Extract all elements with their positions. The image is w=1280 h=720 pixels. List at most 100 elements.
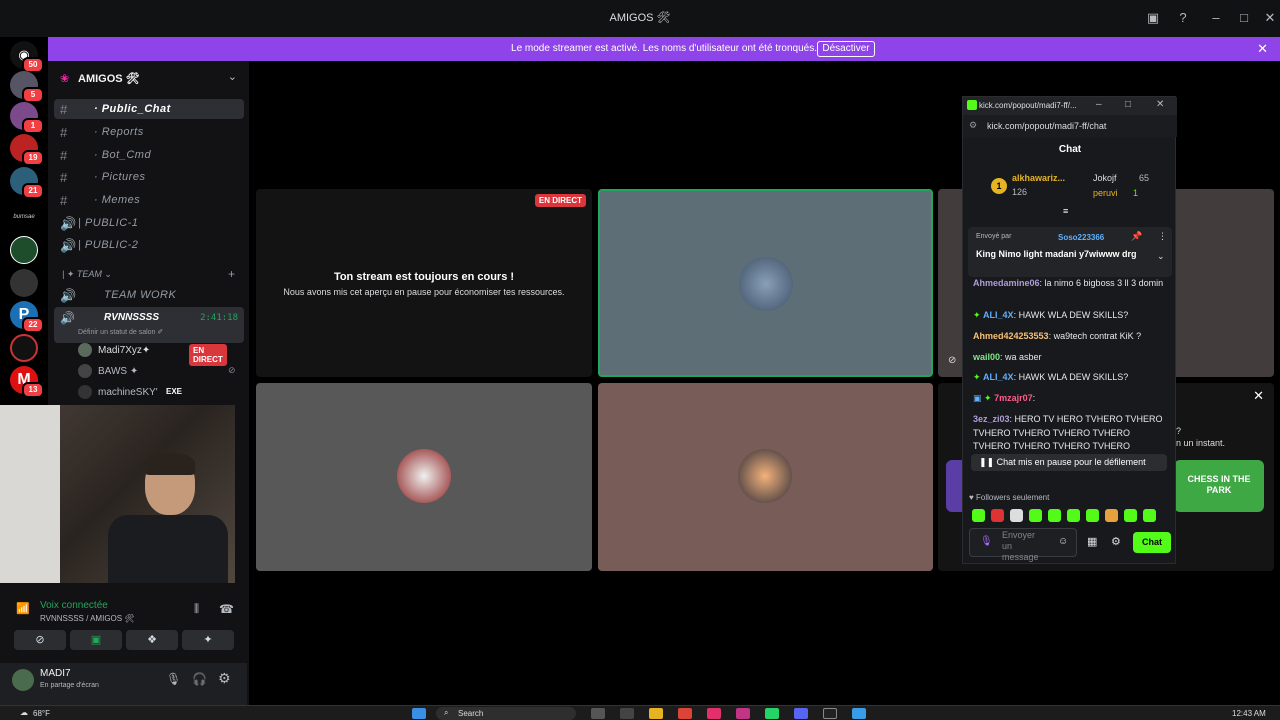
emote-icon[interactable] — [1086, 509, 1099, 522]
activities-button[interactable]: ❖ — [126, 630, 178, 650]
microphone-icon[interactable]: 🎙 — [980, 536, 993, 547]
server-icon-active[interactable] — [10, 236, 38, 264]
settings-gear-icon[interactable]: ⚙ — [218, 670, 231, 687]
emote-icon[interactable] — [1010, 509, 1023, 522]
weather-icon[interactable]: ☁ — [20, 708, 28, 717]
pinned-by-user[interactable]: Soso223366 — [1058, 233, 1104, 242]
discord-icon[interactable] — [794, 708, 808, 719]
channel-pictures[interactable]: # · Pictures — [54, 167, 244, 187]
instagram-icon[interactable] — [736, 708, 750, 719]
microphone-icon[interactable]: 🎙 — [166, 672, 181, 686]
emote-icon[interactable] — [1067, 509, 1080, 522]
minimize-button[interactable]: – — [1096, 99, 1102, 110]
channel-public-chat[interactable]: # · Public_Chat — [54, 99, 244, 119]
chat-username[interactable]: wail00 — [973, 352, 1000, 362]
url-bar[interactable]: ⚙ kick.com/popout/madi7-ff/chat — [963, 115, 1177, 137]
chevron-down-icon[interactable]: ⌄ — [1157, 251, 1165, 262]
voice-channel-rvnnssss[interactable]: 🔊 RVNNSSSS 2:41:18 Définir un statut de … — [54, 307, 244, 343]
close-banner-icon[interactable]: ✕ — [1257, 41, 1268, 57]
gifter-name[interactable]: peruvi — [1093, 188, 1118, 198]
pin-icon[interactable]: 📌 — [1131, 231, 1142, 242]
server-label[interactable]: bumsae — [8, 214, 40, 220]
app-icon[interactable] — [620, 708, 634, 719]
emote-icon[interactable] — [972, 509, 985, 522]
minimize-button[interactable]: – — [1206, 8, 1226, 28]
noise-suppression-icon[interactable]: ⫼ — [194, 603, 199, 616]
app-icon[interactable] — [852, 708, 866, 719]
signal-icon[interactable]: 📶 — [16, 602, 30, 615]
server-icon[interactable]: 19 — [10, 134, 44, 166]
camera-off-button[interactable]: ⊘ — [14, 630, 66, 650]
chat-username[interactable]: 3ez_zi03 — [973, 414, 1010, 424]
direct-messages-icon[interactable]: ◉ 50 — [10, 41, 44, 73]
chat-username[interactable]: Ahmedamine06 — [973, 278, 1040, 288]
chat-username[interactable]: ALI_4X — [983, 310, 1014, 320]
send-chat-button[interactable]: Chat — [1133, 532, 1171, 553]
paused-stream-tile[interactable]: EN DIRECT Ton stream est toujours en cou… — [256, 189, 592, 377]
chat-username[interactable]: ALI_4X — [983, 372, 1014, 382]
chat-paused-notice[interactable]: ❚❚ Chat mis en pause pour le défilement — [971, 454, 1167, 471]
server-icon[interactable]: M 13 — [10, 366, 44, 398]
category-team[interactable]: | ✦ TEAM ⌄ — [62, 269, 112, 280]
set-channel-status[interactable]: Définir un statut de salon ✐ — [78, 328, 163, 336]
chrome-icon[interactable] — [678, 708, 692, 719]
emoji-icon[interactable]: ☺ — [1058, 536, 1068, 547]
server-icon[interactable] — [10, 334, 38, 362]
server-icon[interactable]: P 22 — [10, 301, 44, 333]
chat-username[interactable]: Ahmed424253553 — [973, 331, 1049, 341]
voice-channel-team-work[interactable]: 🔊 TEAM WORK — [54, 285, 244, 305]
pinned-message[interactable]: Envoyé par Soso223366 📌 ⋮ King Nimo ligh… — [968, 227, 1172, 277]
search-box[interactable]: ⌕ Search — [436, 707, 576, 720]
avatar[interactable] — [12, 669, 34, 691]
headphones-icon[interactable]: 🎧 — [192, 672, 207, 686]
emote-icon[interactable] — [991, 509, 1004, 522]
clock[interactable]: 12:43 AM — [1232, 709, 1266, 718]
participant-tile[interactable] — [598, 383, 933, 571]
weather-temp[interactable]: 68°F — [33, 709, 50, 718]
server-icon[interactable] — [10, 269, 38, 297]
inbox-icon[interactable]: ▣ — [1143, 8, 1163, 28]
emote-icon[interactable] — [1143, 509, 1156, 522]
disable-streamer-mode-button[interactable]: Désactiver — [817, 41, 875, 57]
channel-memes[interactable]: # · Memes — [54, 190, 244, 210]
emote-icon[interactable] — [1048, 509, 1061, 522]
maximize-button[interactable]: □ — [1125, 99, 1131, 110]
participant-tile-speaking[interactable] — [598, 189, 933, 377]
add-channel-icon[interactable]: + — [228, 267, 235, 281]
task-view-icon[interactable] — [591, 708, 605, 719]
disconnect-icon[interactable]: ☎ — [219, 602, 234, 616]
help-icon[interactable]: ? — [1173, 8, 1193, 28]
obs-icon[interactable] — [823, 708, 837, 719]
settings-gear-icon[interactable]: ⚙ — [1111, 535, 1121, 548]
top-gifter-name[interactable]: alkhawariz... — [1012, 173, 1065, 183]
chess-in-the-park-activity[interactable]: CHESS IN THE PARK — [1174, 460, 1264, 512]
more-options-icon[interactable]: ⋮ — [1158, 231, 1167, 242]
soundboard-button[interactable]: ✦ — [182, 630, 234, 650]
participant-tile[interactable] — [256, 383, 592, 571]
guild-header[interactable]: ❀ AMIGOS 🛠 ⌄ — [48, 61, 249, 93]
channel-reports[interactable]: # · Reports — [54, 122, 244, 142]
chat-username[interactable]: 7mzajr07 — [994, 393, 1033, 403]
server-icon[interactable]: 21 — [10, 167, 44, 199]
channel-public-2[interactable]: 🔊 | PUBLIC-2 — [54, 235, 244, 255]
gift-icon[interactable]: ▦ — [1087, 535, 1097, 548]
app-icon[interactable] — [707, 708, 721, 719]
close-button[interactable]: ✕ — [1156, 99, 1164, 110]
start-icon[interactable] — [412, 708, 426, 719]
emote-icon[interactable] — [1029, 509, 1042, 522]
maximize-button[interactable]: □ — [1234, 8, 1254, 28]
close-window-button[interactable]: ✕ — [1260, 8, 1280, 28]
channel-bot-cmd[interactable]: # · Bot_Cmd — [54, 145, 244, 165]
file-explorer-icon[interactable] — [649, 708, 663, 719]
gifter-name[interactable]: Jokojf — [1093, 173, 1117, 183]
channel-public-1[interactable]: 🔊 | PUBLIC-1 — [54, 213, 244, 233]
collapse-icon[interactable]: ≡ — [1063, 206, 1068, 216]
whatsapp-icon[interactable] — [765, 708, 779, 719]
server-icon[interactable]: 1 — [10, 102, 44, 134]
emote-icon[interactable] — [1124, 509, 1137, 522]
close-icon[interactable]: ✕ — [1253, 388, 1264, 404]
voice-connected-status[interactable]: Voix connectée — [40, 600, 108, 611]
site-settings-icon[interactable]: ⚙ — [969, 120, 977, 131]
emote-icon[interactable] — [1105, 509, 1118, 522]
chat-input[interactable]: 🎙 Envoyer un message ☺ — [969, 528, 1077, 562]
